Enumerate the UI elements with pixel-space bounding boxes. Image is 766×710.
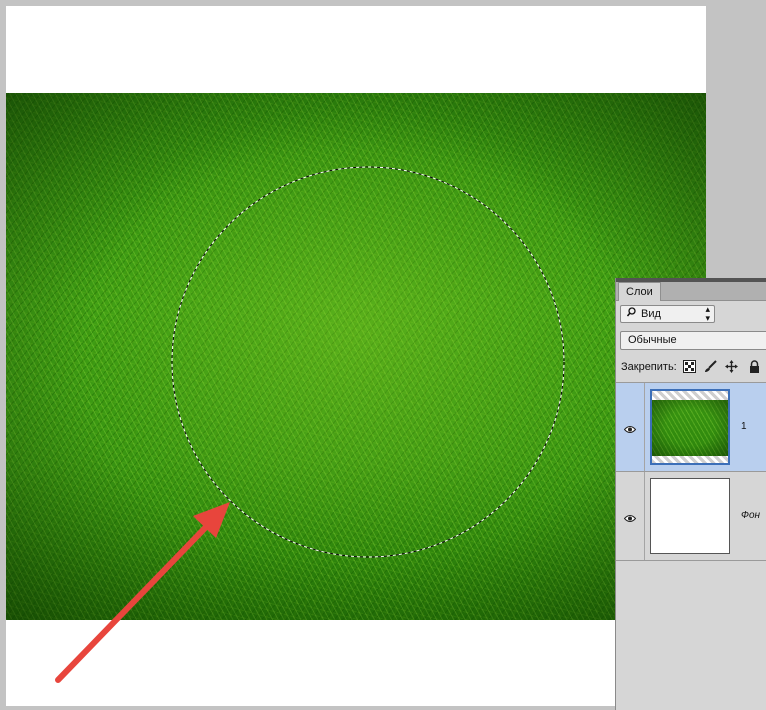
chevron-updown-icon: ▴ ▾	[705, 304, 710, 323]
layer-thumbnail[interactable]	[650, 478, 730, 554]
layer-row-background[interactable]: Фон	[616, 472, 766, 561]
visibility-toggle[interactable]	[616, 383, 645, 471]
layer-row-1[interactable]: 1	[616, 383, 766, 472]
layer-filter-select[interactable]: Вид ▴ ▾	[620, 305, 715, 323]
visibility-toggle[interactable]	[616, 472, 645, 560]
elliptical-selection[interactable]	[171, 166, 565, 558]
panel-tab-bar: Слои	[616, 282, 766, 301]
tab-layers[interactable]: Слои	[618, 282, 661, 301]
grass-thumbnail-image	[652, 400, 728, 456]
lock-icon[interactable]	[749, 360, 762, 373]
layer-name[interactable]: Фон	[741, 510, 760, 521]
blend-mode-value: Обычные	[628, 334, 677, 346]
lock-label: Закрепить:	[621, 361, 677, 373]
layer-thumbnail[interactable]	[650, 389, 730, 465]
red-arrow-annotation	[55, 502, 230, 683]
layer-name[interactable]: 1	[741, 421, 747, 432]
layers-list: 1 Фон	[616, 382, 766, 561]
eye-icon	[623, 510, 637, 522]
brush-icon[interactable]	[704, 360, 717, 373]
layers-panel: Слои Вид ▴ ▾ Обычные Закрепить: 1 Фон	[615, 278, 766, 710]
eye-icon	[623, 421, 637, 433]
lock-options-row: Закрепить:	[616, 358, 766, 376]
lock-transparent-icon[interactable]	[683, 360, 696, 373]
layer-filter-value: Вид	[641, 308, 661, 320]
blend-mode-select[interactable]: Обычные	[620, 331, 766, 350]
search-icon	[626, 306, 636, 322]
move-icon[interactable]	[725, 360, 738, 373]
